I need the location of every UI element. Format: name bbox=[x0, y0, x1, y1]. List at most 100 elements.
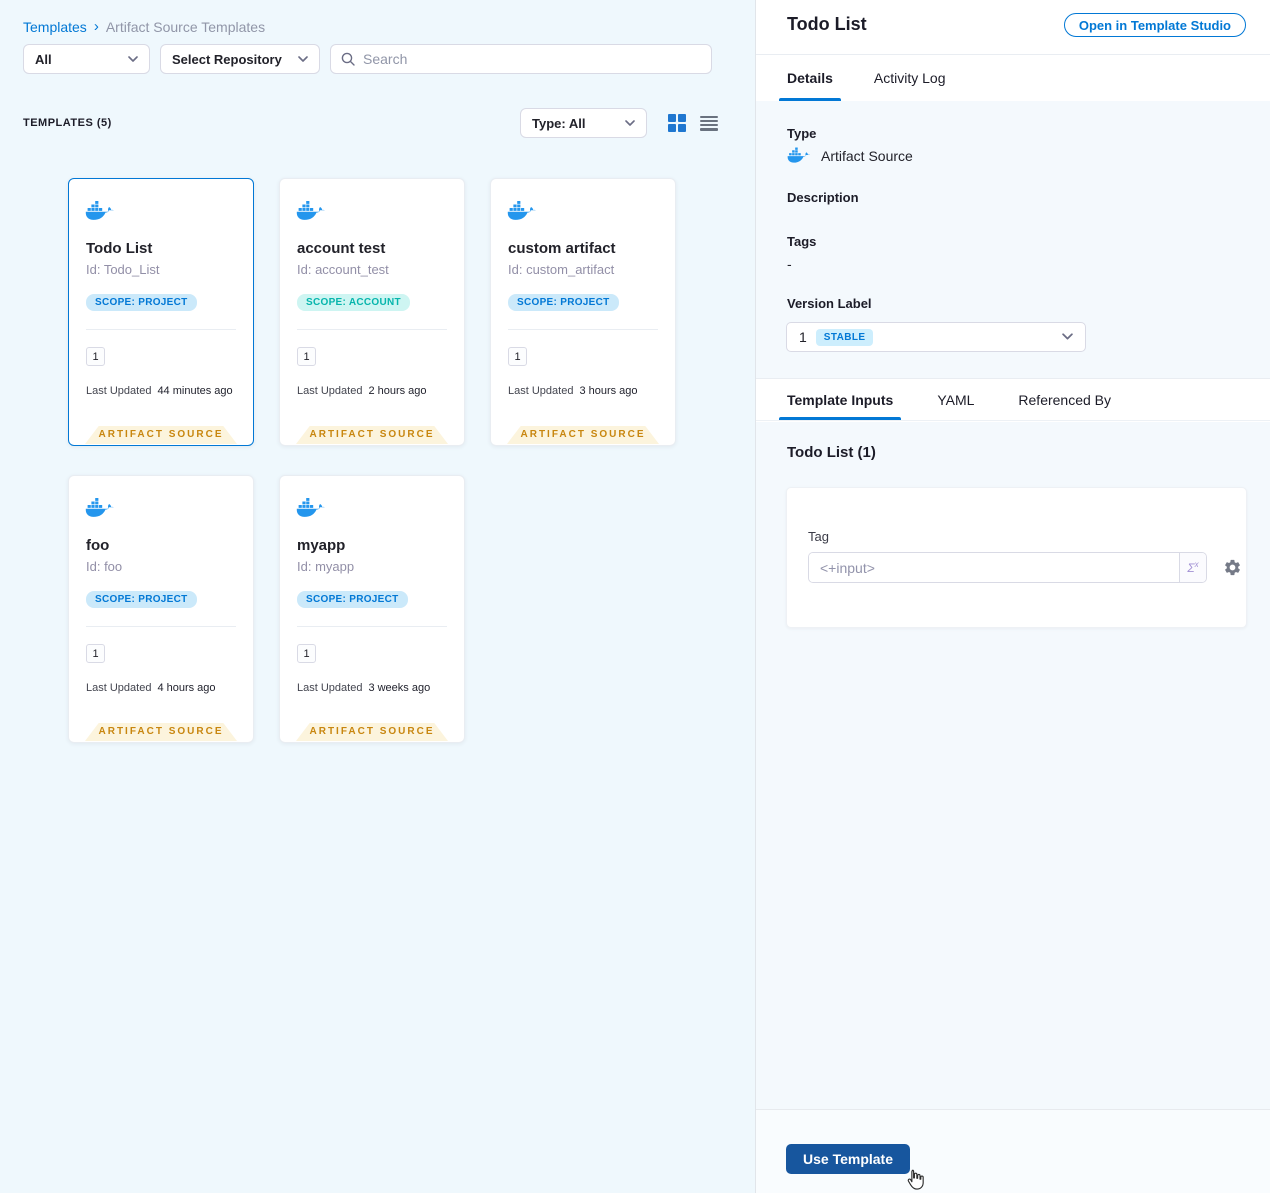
details-section: Type Artifact Source Description Tags - … bbox=[756, 101, 1270, 378]
scope-badge: SCOPE: ACCOUNT bbox=[297, 294, 410, 311]
panel-tabs: Details Activity Log bbox=[756, 55, 1270, 101]
tags-value: - bbox=[787, 256, 792, 272]
type-filter-value: Type: All bbox=[532, 115, 586, 131]
last-updated: Last Updated 3 hours ago bbox=[508, 385, 638, 397]
type-value: Artifact Source bbox=[821, 147, 913, 164]
version-select[interactable]: 1 STABLE bbox=[786, 322, 1086, 352]
scope-badge: SCOPE: PROJECT bbox=[86, 294, 197, 311]
type-value-row: Artifact Source bbox=[787, 147, 913, 164]
use-template-button[interactable]: Use Template bbox=[786, 1144, 910, 1174]
template-name: foo bbox=[86, 537, 110, 554]
docker-icon bbox=[85, 201, 114, 220]
templates-page: Templates › Artifact Source Templates Al… bbox=[0, 0, 1270, 1193]
templates-count-label: TEMPLATES (5) bbox=[23, 117, 112, 129]
version-count-badge: 1 bbox=[297, 644, 316, 663]
repository-filter-value: Select Repository bbox=[172, 51, 282, 67]
artifact-source-ribbon: ARTIFACT SOURCE bbox=[296, 426, 448, 444]
docker-icon bbox=[85, 498, 114, 517]
card-divider bbox=[297, 626, 447, 627]
template-card-foo[interactable]: foo Id: foo SCOPE: PROJECT 1 Last Update… bbox=[68, 475, 254, 743]
last-updated-value: 4 hours ago bbox=[157, 682, 216, 694]
last-updated-value: 44 minutes ago bbox=[157, 385, 233, 397]
template-name: account test bbox=[297, 240, 386, 257]
template-id: Id: myapp bbox=[297, 559, 355, 574]
last-updated-value: 2 hours ago bbox=[368, 385, 427, 397]
artifact-source-ribbon: ARTIFACT SOURCE bbox=[85, 426, 237, 444]
scope-filter-select[interactable]: All bbox=[23, 44, 150, 74]
last-updated-label: Last Updated bbox=[297, 682, 363, 694]
repository-filter-select[interactable]: Select Repository bbox=[160, 44, 320, 74]
version-value: 1 bbox=[799, 329, 807, 345]
artifact-source-ribbon: ARTIFACT SOURCE bbox=[85, 723, 237, 741]
docker-icon bbox=[787, 147, 811, 163]
scope-badge: SCOPE: PROJECT bbox=[297, 591, 408, 608]
scope-badge: SCOPE: PROJECT bbox=[86, 591, 197, 608]
inputs-section-title: Todo List (1) bbox=[787, 444, 876, 461]
tag-label: Tag bbox=[808, 529, 829, 544]
template-id: Id: account_test bbox=[297, 262, 389, 277]
template-id: Id: foo bbox=[86, 559, 123, 574]
card-divider bbox=[508, 329, 658, 330]
panel-footer: Use Template bbox=[756, 1109, 1270, 1193]
last-updated: Last Updated 4 hours ago bbox=[86, 682, 216, 694]
search-input[interactable] bbox=[363, 51, 701, 67]
view-toggles bbox=[668, 114, 718, 132]
card-divider bbox=[86, 626, 236, 627]
chevron-down-icon bbox=[128, 55, 138, 62]
tab-details[interactable]: Details bbox=[779, 55, 841, 101]
template-card-account-test[interactable]: account test Id: account_test SCOPE: ACC… bbox=[279, 178, 465, 446]
scope-badge: SCOPE: PROJECT bbox=[508, 294, 619, 311]
type-filter-select[interactable]: Type: All bbox=[520, 108, 647, 138]
version-label: Version Label bbox=[787, 296, 872, 311]
version-count-badge: 1 bbox=[297, 347, 316, 366]
last-updated: Last Updated 44 minutes ago bbox=[86, 385, 233, 397]
tab-yaml[interactable]: YAML bbox=[937, 379, 974, 420]
breadcrumb-separator-icon: › bbox=[93, 18, 99, 35]
last-updated-label: Last Updated bbox=[297, 385, 363, 397]
description-label: Description bbox=[787, 190, 859, 205]
search-icon bbox=[341, 52, 355, 66]
panel-header: Todo List Open in Template Studio bbox=[756, 0, 1270, 55]
stable-badge: STABLE bbox=[815, 328, 874, 346]
tag-input-group: Σx bbox=[808, 552, 1207, 583]
docker-icon bbox=[296, 201, 325, 220]
last-updated-label: Last Updated bbox=[508, 385, 574, 397]
template-id: Id: Todo_List bbox=[86, 262, 160, 277]
template-id: Id: custom_artifact bbox=[508, 262, 615, 277]
last-updated: Last Updated 3 weeks ago bbox=[297, 682, 430, 694]
breadcrumb: Templates › Artifact Source Templates bbox=[23, 18, 265, 35]
tab-template-inputs[interactable]: Template Inputs bbox=[778, 379, 902, 420]
template-name: custom artifact bbox=[508, 240, 616, 257]
template-card-todo-list[interactable]: Todo List Id: Todo_List SCOPE: PROJECT 1… bbox=[68, 178, 254, 446]
type-label: Type bbox=[787, 126, 817, 141]
panel-title: Todo List bbox=[787, 14, 867, 34]
version-count-badge: 1 bbox=[86, 644, 105, 663]
list-view-icon[interactable] bbox=[700, 115, 718, 131]
version-count-badge: 1 bbox=[508, 347, 527, 366]
tab-activity-log[interactable]: Activity Log bbox=[874, 55, 946, 101]
sigma-icon: Σ bbox=[1187, 560, 1195, 575]
gear-icon[interactable] bbox=[1223, 558, 1242, 577]
chevron-down-icon bbox=[625, 119, 635, 126]
docker-icon bbox=[296, 498, 325, 517]
tab-referenced-by[interactable]: Referenced By bbox=[1018, 379, 1111, 420]
last-updated: Last Updated 2 hours ago bbox=[297, 385, 427, 397]
last-updated-label: Last Updated bbox=[86, 385, 152, 397]
breadcrumb-templates-link[interactable]: Templates bbox=[23, 19, 87, 35]
open-in-template-studio-button[interactable]: Open in Template Studio bbox=[1063, 13, 1246, 37]
template-name: myapp bbox=[297, 537, 346, 554]
grid-view-icon[interactable] bbox=[668, 114, 686, 132]
docker-icon bbox=[507, 201, 536, 220]
chevron-down-icon bbox=[1062, 333, 1073, 340]
template-inputs-section: Todo List (1) Tag Σx bbox=[756, 422, 1270, 1109]
input-type-selector-button[interactable]: Σx bbox=[1179, 553, 1206, 582]
last-updated-value: 3 weeks ago bbox=[368, 682, 431, 694]
template-card-myapp[interactable]: myapp Id: myapp SCOPE: PROJECT 1 Last Up… bbox=[279, 475, 465, 743]
scope-filter-value: All bbox=[35, 51, 52, 67]
artifact-source-ribbon: ARTIFACT SOURCE bbox=[296, 723, 448, 741]
template-card-custom-artifact[interactable]: custom artifact Id: custom_artifact SCOP… bbox=[490, 178, 676, 446]
template-name: Todo List bbox=[86, 240, 153, 257]
tag-input[interactable] bbox=[809, 553, 1179, 582]
inner-tabs: Template Inputs YAML Referenced By bbox=[756, 378, 1270, 421]
chevron-down-icon bbox=[298, 55, 308, 62]
